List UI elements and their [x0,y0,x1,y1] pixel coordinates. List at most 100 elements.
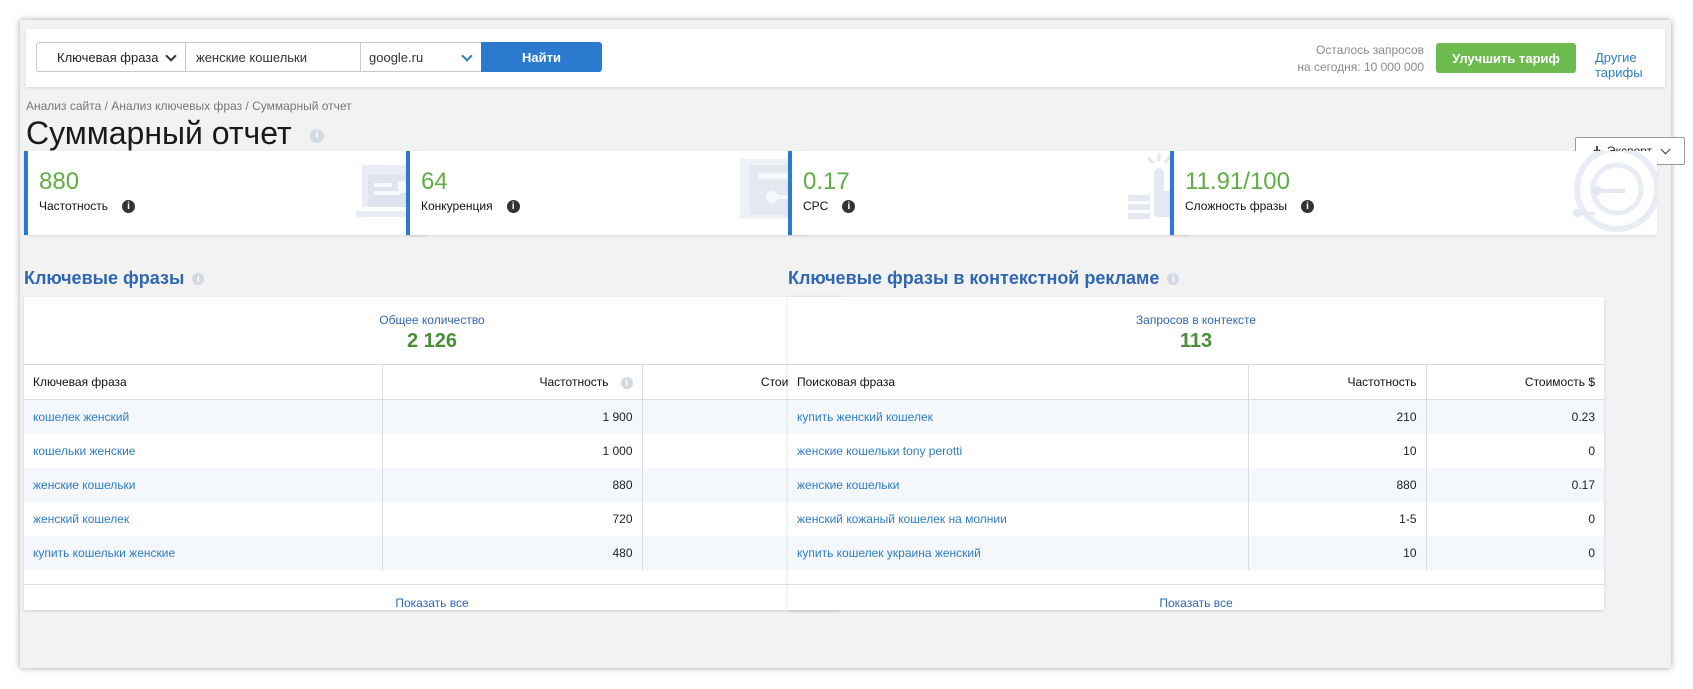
metric-card-competition: 64 Конкуренция i [406,151,808,235]
quota-info: Осталось запросов на сегодня: 10 000 000 [1297,42,1424,76]
info-icon[interactable]: i [842,199,856,213]
metric-card-difficulty: 11.91/100 Сложность фразы i [1170,151,1657,235]
table-header-row: Ключевая фраза Частотностьi Стоимость $ [24,364,840,400]
metric-label-row: CPC i [803,199,856,213]
upgrade-plan-button[interactable]: Улучшить тариф [1436,43,1576,73]
metric-value: 11.91/100 [1185,168,1290,196]
column-header-frequency[interactable]: Частотность [1247,364,1426,400]
cost-cell: 0.17 [1425,467,1604,502]
frequency-cell: 210 [1247,399,1426,434]
search-type-label: Ключевая фраза [57,49,159,65]
chevron-down-icon [165,50,177,62]
table-row: кошельки женские 1 000 0.22 [24,433,840,468]
frequency-cell: 1 000 [381,433,642,468]
keyword-link[interactable]: женские кошельки [24,467,382,502]
keywords-table: Ключевая фраза Частотностьi Стоимость $ … [24,364,840,570]
metric-label-row: Сложность фразы i [1185,199,1314,213]
column-header-cost[interactable]: Стоимость $ [1425,364,1604,400]
frequency-cell: 10 [1247,535,1426,570]
frequency-cell: 880 [381,467,642,502]
table-row: купить женский кошелек 210 0.23 [788,399,1604,434]
table-header-row: Поисковая фраза Частотность Стоимость $ [788,364,1604,400]
column-header-phrase[interactable]: Ключевая фраза [24,364,382,400]
column-header-phrase[interactable]: Поисковая фраза [788,364,1248,400]
info-icon[interactable]: i [620,376,633,389]
chevron-down-icon [1660,144,1671,154]
table-row: женские кошельки 880 0.17 [24,467,840,502]
metric-value-suffix: /100 [1243,168,1290,195]
breadcrumb[interactable]: Анализ сайта / Анализ ключевых фраз / Су… [26,99,352,113]
cost-cell: 0 [1425,433,1604,468]
target-illustration-icon [1573,151,1657,232]
metric-value: 880 [39,168,80,195]
context-panel: Запросов в контексте 113 Поисковая фраза… [788,297,1604,610]
cost-cell: 0 [1425,501,1604,536]
metric-label: CPC [803,199,829,213]
metric-card-frequency: 880 Частотность i [24,151,426,235]
keyword-link[interactable]: женские кошельки tony perotti [788,433,1248,468]
metric-label: Частотность [39,199,108,213]
total-count-label: Общее количество [379,313,485,327]
frequency-cell: 10 [1247,433,1426,468]
info-icon[interactable]: i [1300,199,1314,213]
info-icon[interactable]: i [310,129,324,143]
search-engine-value: google.ru [369,49,424,65]
page-title: Суммарный отчет [26,115,292,151]
total-count-value: 2 126 [406,330,458,352]
table-row: купить кошелек украина женский 10 0 [788,535,1604,570]
metric-card-cpc: 0.17 CPC i [788,151,1190,235]
search-bar: Ключевая фраза женские кошельки google.r… [26,29,1665,87]
section-title-text: Ключевые фразы [24,268,185,288]
show-all-link[interactable]: Показать все [788,584,1604,610]
metric-value: 64 [421,168,448,195]
info-icon[interactable]: i [506,199,520,213]
show-all-link[interactable]: Показать все [24,584,840,610]
cost-cell: 0.23 [1425,399,1604,434]
search-type-select[interactable]: Ключевая фраза [36,42,186,72]
column-header-label: Частотность [539,375,609,389]
find-button[interactable]: Найти [481,42,602,72]
other-plans-link[interactable]: Другие тарифы [1595,50,1665,80]
keyword-link[interactable]: женские кошельки [788,467,1248,502]
search-input-value: женские кошельки [196,49,307,65]
keyword-link[interactable]: купить кошелек украина женский [788,535,1248,570]
metric-label: Сложность фразы [1185,199,1287,213]
table-row: женский кожаный кошелек на молнии 1-5 0 [788,501,1604,536]
frequency-cell: 480 [381,535,642,570]
info-icon[interactable]: i [122,199,135,213]
table-row: женский кошелек 720 0.21 [24,501,840,536]
section-title-text: Ключевые фразы в контекстной рекламе [788,268,1160,288]
keyword-link[interactable]: женский кошелек [24,501,382,536]
metric-value: 0.17 [803,168,850,195]
metric-label-row: Частотность i [39,199,135,213]
cost-cell: 0 [1425,535,1604,570]
context-table: Поисковая фраза Частотность Стоимость $ … [788,364,1604,570]
search-engine-select[interactable]: google.ru [360,42,482,72]
keyword-link[interactable]: купить женский кошелек [788,399,1248,434]
quota-line-1: Осталось запросов [1316,43,1424,57]
quota-line-2: на сегодня: 10 000 000 [1297,60,1424,74]
app-frame: Ключевая фраза женские кошельки google.r… [20,20,1685,668]
keyword-link[interactable]: кошельки женские [24,433,382,468]
frequency-cell: 1-5 [1247,501,1426,536]
table-row: женские кошельки 880 0.17 [788,467,1604,502]
table-row: купить кошельки женские 480 0.35 [24,535,840,570]
info-icon[interactable]: i [1167,272,1180,285]
column-header-frequency[interactable]: Частотность i [381,364,642,400]
table-row: женские кошельки tony perotti 10 0 [788,433,1604,468]
metric-label-row: Конкуренция i [421,199,520,213]
keyword-link[interactable]: женский кожаный кошелек на молнии [788,501,1248,536]
metric-label: Конкуренция [421,199,493,213]
info-icon[interactable]: i [192,272,205,285]
frequency-cell: 880 [1247,467,1426,502]
keyword-link[interactable]: купить кошельки женские [24,535,382,570]
table-row: кошелек женский 1 900 0.23 [24,399,840,434]
chevron-down-icon [461,50,473,62]
metric-value-main: 11.91 [1185,168,1244,195]
frequency-cell: 720 [381,501,642,536]
frequency-cell: 1 900 [381,399,642,434]
keyword-link[interactable]: кошелек женский [24,399,382,434]
search-input[interactable]: женские кошельки [185,42,361,72]
keywords-panel: Общее количество 2 126 Ключевая фраза Ча… [24,297,840,610]
total-count-value: 113 [1179,330,1213,352]
